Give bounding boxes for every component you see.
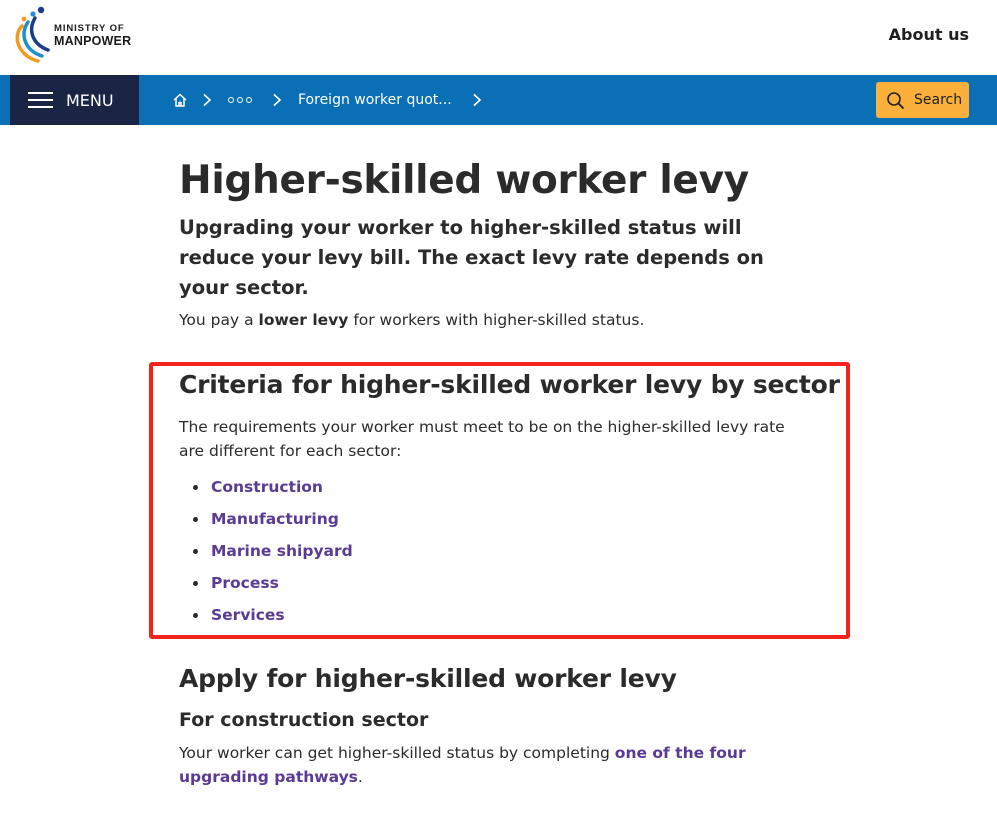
construction-text: Your worker can get higher-skilled statu…: [179, 741, 819, 789]
apply-heading: Apply for higher-skilled worker levy: [179, 664, 677, 693]
intro-prefix: You pay a: [179, 311, 259, 329]
home-icon[interactable]: [170, 90, 190, 110]
chevron-right-icon: [202, 93, 212, 107]
menu-label: MENU: [66, 90, 114, 110]
search-label: Search: [914, 92, 963, 108]
main-navbar: MENU Foreign worker quot...: [0, 75, 997, 125]
breadcrumb-current[interactable]: Foreign worker quot...: [298, 92, 452, 108]
intro-suffix: for workers with higher-skilled status.: [348, 311, 645, 329]
list-item: Services: [179, 603, 353, 635]
page-title: Higher-skilled worker levy: [179, 158, 749, 203]
construction-text-suffix: .: [357, 768, 363, 786]
list-item: Process: [179, 571, 353, 603]
sector-list: Construction Manufacturing Marine shipya…: [179, 475, 353, 635]
breadcrumb-more-icon[interactable]: [228, 97, 252, 103]
sector-link-manufacturing[interactable]: Manufacturing: [211, 510, 339, 528]
criteria-description: The requirements your worker must meet t…: [179, 418, 785, 460]
sector-link-process[interactable]: Process: [211, 574, 279, 592]
hamburger-icon: [28, 92, 53, 108]
sector-link-services[interactable]: Services: [211, 606, 285, 624]
page-lede: Upgrading your worker to higher-skilled …: [179, 216, 764, 299]
logo-line-2: MANPOWER: [54, 34, 132, 48]
construction-subheading: For construction sector: [179, 709, 429, 731]
criteria-heading: Criteria for higher-skilled worker levy …: [179, 370, 840, 399]
list-item: Marine shipyard: [179, 539, 353, 571]
construction-text-prefix: Your worker can get higher-skilled statu…: [179, 744, 615, 762]
search-icon: [887, 91, 905, 109]
sector-link-marine-shipyard[interactable]: Marine shipyard: [211, 542, 353, 560]
site-header: MINISTRY OF MANPOWER About us: [0, 0, 997, 75]
chevron-right-icon: [272, 93, 282, 107]
search-button[interactable]: Search: [876, 82, 969, 118]
intro-bold: lower levy: [258, 311, 349, 329]
chevron-right-icon: [472, 93, 482, 107]
list-item: Construction: [179, 475, 353, 507]
intro-text: You pay a lower levy for workers with hi…: [179, 311, 644, 329]
list-item: Manufacturing: [179, 507, 353, 539]
sector-link-construction[interactable]: Construction: [211, 478, 323, 496]
mom-logo[interactable]: MINISTRY OF MANPOWER: [8, 4, 138, 66]
breadcrumb: Foreign worker quot...: [170, 75, 498, 125]
menu-button[interactable]: MENU: [10, 75, 139, 125]
mom-logo-icon: [15, 6, 50, 63]
about-us-link[interactable]: About us: [889, 25, 969, 44]
